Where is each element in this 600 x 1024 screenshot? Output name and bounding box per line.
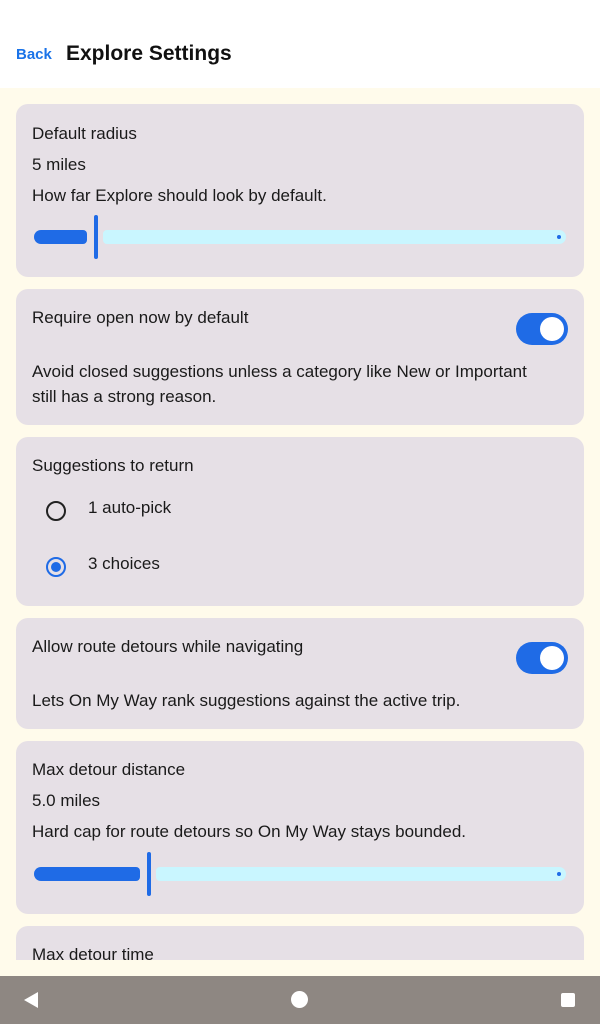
slider-active-track xyxy=(34,867,140,881)
suggestion-option-three-choices[interactable]: 3 choices xyxy=(16,543,584,591)
slider-thumb[interactable] xyxy=(147,852,151,896)
route-detours-toggle[interactable] xyxy=(516,642,568,674)
top-app-bar: Back Explore Settings xyxy=(0,0,600,88)
require-open-toggle[interactable] xyxy=(516,313,568,345)
back-triangle-icon[interactable] xyxy=(24,992,38,1008)
radio-unchecked-icon[interactable] xyxy=(46,501,66,521)
toggle-knob xyxy=(540,317,564,341)
require-open-description-line1: Avoid closed suggestions unless a catego… xyxy=(32,362,527,381)
suggestion-option-label: 3 choices xyxy=(88,554,160,573)
default-radius-label: Default radius xyxy=(32,124,137,143)
route-detours-label: Allow route detours while navigating xyxy=(32,637,304,656)
back-button[interactable]: Back xyxy=(16,46,52,63)
page-title: Explore Settings xyxy=(66,42,232,65)
recents-square-icon[interactable] xyxy=(561,993,575,1007)
max-detour-time-card: Max detour time xyxy=(16,926,584,960)
toggle-knob xyxy=(540,646,564,670)
max-detour-distance-description: Hard cap for route detours so On My Way … xyxy=(32,822,467,841)
slider-active-track xyxy=(34,230,87,244)
suggestions-card: Suggestions to return 1 auto-pick 3 choi… xyxy=(16,437,584,606)
default-radius-card: Default radius 5 miles How far Explore s… xyxy=(16,104,584,277)
slider-inactive-track xyxy=(103,230,566,244)
max-detour-distance-value: 5.0 miles xyxy=(32,791,101,810)
default-radius-description: How far Explore should look by default. xyxy=(32,186,327,205)
slider-end-dot xyxy=(557,872,561,876)
suggestions-label: Suggestions to return xyxy=(32,456,194,475)
slider-thumb[interactable] xyxy=(94,215,98,259)
radio-checked-icon[interactable] xyxy=(46,557,66,577)
require-open-description-line2: still has a strong reason. xyxy=(32,387,217,406)
default-radius-value: 5 miles xyxy=(32,155,86,174)
slider-inactive-track xyxy=(156,867,566,881)
max-detour-distance-label: Max detour distance xyxy=(32,760,186,779)
slider-end-dot xyxy=(557,235,561,239)
suggestion-option-label: 1 auto-pick xyxy=(88,498,172,517)
settings-scroll-area[interactable]: Default radius 5 miles How far Explore s… xyxy=(0,88,600,960)
route-detours-card: Allow route detours while navigating Let… xyxy=(16,618,584,729)
home-circle-icon[interactable] xyxy=(291,991,308,1008)
max-detour-distance-slider[interactable] xyxy=(34,852,566,896)
max-detour-distance-card: Max detour distance 5.0 miles Hard cap f… xyxy=(16,741,584,914)
suggestion-option-auto-pick[interactable]: 1 auto-pick xyxy=(16,487,584,535)
require-open-label: Require open now by default xyxy=(32,308,249,327)
default-radius-slider[interactable] xyxy=(34,215,566,259)
require-open-card: Require open now by default Avoid closed… xyxy=(16,289,584,425)
route-detours-description: Lets On My Way rank suggestions against … xyxy=(32,691,461,710)
max-detour-time-label: Max detour time xyxy=(32,945,154,960)
